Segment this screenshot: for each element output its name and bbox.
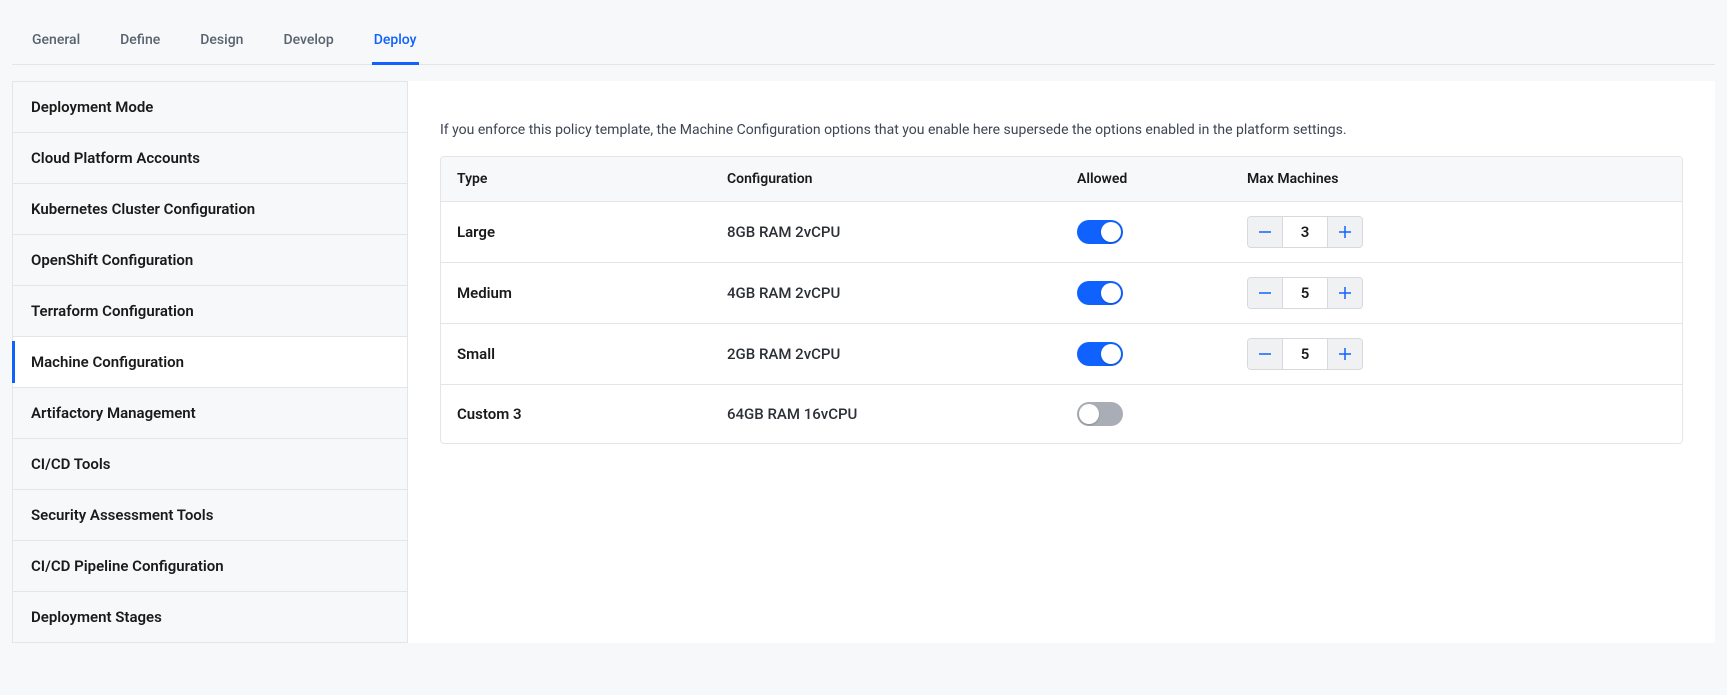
table-row: Small2GB RAM 2vCPU 5 — [441, 324, 1682, 385]
sidebar-item-deployment-mode[interactable]: Deployment Mode — [13, 82, 407, 133]
cell-type: Medium — [441, 270, 711, 316]
cell-allowed — [1061, 267, 1231, 319]
tab-deploy[interactable]: Deploy — [372, 26, 419, 65]
max-machines-stepper: 5 — [1247, 338, 1363, 370]
allowed-toggle[interactable] — [1077, 220, 1123, 244]
cell-max-machines — [1231, 400, 1682, 428]
minus-icon[interactable] — [1248, 217, 1282, 247]
toggle-knob-icon — [1079, 404, 1099, 424]
plus-icon[interactable] — [1328, 278, 1362, 308]
col-max-machines: Max Machines — [1231, 157, 1682, 201]
allowed-toggle[interactable] — [1077, 281, 1123, 305]
sidebar-item-machine-configuration[interactable]: Machine Configuration — [13, 337, 407, 388]
cell-type: Small — [441, 331, 711, 377]
sidebar-item-ci-cd-tools[interactable]: CI/CD Tools — [13, 439, 407, 490]
stepper-value: 5 — [1282, 339, 1328, 369]
machine-config-table: Type Configuration Allowed Max Machines … — [440, 156, 1683, 444]
stepper-value: 3 — [1282, 217, 1328, 247]
toggle-knob-icon — [1101, 344, 1121, 364]
col-type: Type — [441, 157, 711, 201]
table-header: Type Configuration Allowed Max Machines — [441, 157, 1682, 202]
tabs-bar: General Define Design Develop Deploy — [12, 12, 1715, 65]
sidebar-item-security-assessment-tools[interactable]: Security Assessment Tools — [13, 490, 407, 541]
cell-max-machines: 5 — [1231, 324, 1682, 384]
max-machines-stepper: 3 — [1247, 216, 1363, 248]
sidebar-item-cloud-platform-accounts[interactable]: Cloud Platform Accounts — [13, 133, 407, 184]
table-row: Large8GB RAM 2vCPU 3 — [441, 202, 1682, 263]
sidebar-item-openshift-configuration[interactable]: OpenShift Configuration — [13, 235, 407, 286]
cell-max-machines: 3 — [1231, 202, 1682, 262]
allowed-toggle[interactable] — [1077, 342, 1123, 366]
max-machines-stepper: 5 — [1247, 277, 1363, 309]
sidebar: Deployment ModeCloud Platform AccountsKu… — [12, 81, 408, 643]
minus-icon[interactable] — [1248, 278, 1282, 308]
cell-configuration: 4GB RAM 2vCPU — [711, 270, 1061, 316]
cell-type: Large — [441, 209, 711, 255]
plus-icon[interactable] — [1328, 339, 1362, 369]
cell-allowed — [1061, 206, 1231, 258]
sidebar-item-artifactory-management[interactable]: Artifactory Management — [13, 388, 407, 439]
sidebar-item-terraform-configuration[interactable]: Terraform Configuration — [13, 286, 407, 337]
tab-develop[interactable]: Develop — [281, 26, 335, 65]
col-configuration: Configuration — [711, 157, 1061, 201]
sidebar-item-kubernetes-cluster-configuration[interactable]: Kubernetes Cluster Configuration — [13, 184, 407, 235]
stepper-value: 5 — [1282, 278, 1328, 308]
minus-icon[interactable] — [1248, 339, 1282, 369]
plus-icon[interactable] — [1328, 217, 1362, 247]
description-text: If you enforce this policy template, the… — [440, 122, 1683, 138]
cell-max-machines: 5 — [1231, 263, 1682, 323]
tab-general[interactable]: General — [30, 26, 82, 65]
tab-define[interactable]: Define — [118, 26, 162, 65]
cell-type: Custom 3 — [441, 391, 711, 437]
toggle-knob-icon — [1101, 283, 1121, 303]
col-allowed: Allowed — [1061, 157, 1231, 201]
sidebar-item-ci-cd-pipeline-configuration[interactable]: CI/CD Pipeline Configuration — [13, 541, 407, 592]
cell-configuration: 2GB RAM 2vCPU — [711, 331, 1061, 377]
tab-design[interactable]: Design — [198, 26, 245, 65]
sidebar-item-deployment-stages[interactable]: Deployment Stages — [13, 592, 407, 642]
cell-allowed — [1061, 388, 1231, 440]
table-row: Medium4GB RAM 2vCPU 5 — [441, 263, 1682, 324]
toggle-knob-icon — [1101, 222, 1121, 242]
allowed-toggle[interactable] — [1077, 402, 1123, 426]
content-panel: If you enforce this policy template, the… — [408, 81, 1715, 643]
cell-configuration: 64GB RAM 16vCPU — [711, 391, 1061, 437]
table-row: Custom 364GB RAM 16vCPU — [441, 385, 1682, 443]
cell-allowed — [1061, 328, 1231, 380]
cell-configuration: 8GB RAM 2vCPU — [711, 209, 1061, 255]
